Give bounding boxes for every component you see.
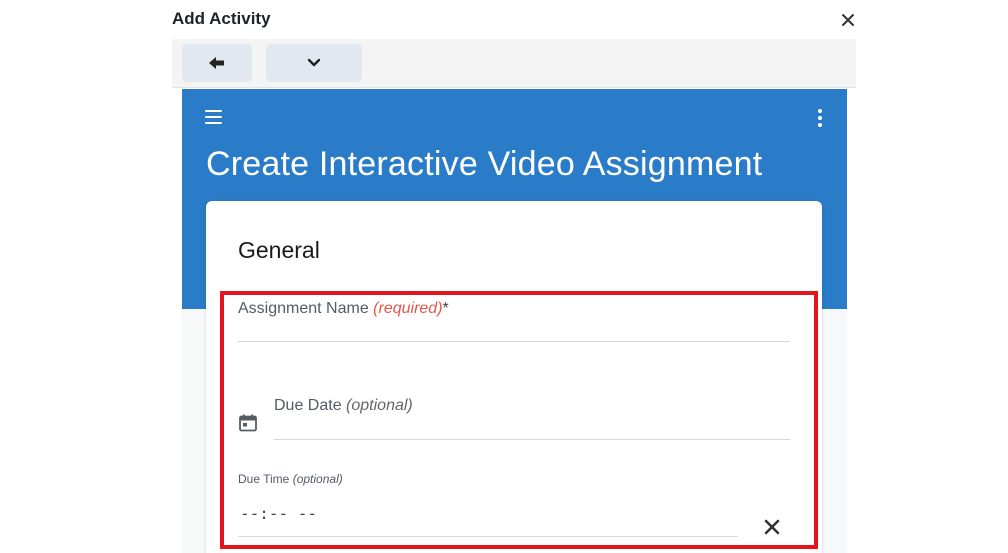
tool-frame: Create Interactive Video Assignment Gene… bbox=[182, 89, 847, 553]
general-card: General Assignment Name (required)* Due … bbox=[206, 201, 822, 553]
due-time-input[interactable]: --:-- -- bbox=[240, 504, 317, 523]
required-asterisk: * bbox=[442, 300, 449, 317]
dialog-title: Add Activity bbox=[172, 9, 271, 28]
chevron-down-icon bbox=[307, 58, 321, 67]
clear-time-button[interactable] bbox=[762, 517, 782, 537]
required-hint: (required) bbox=[373, 300, 443, 317]
assignment-name-input[interactable] bbox=[238, 319, 790, 341]
due-date-label-text: Due Date bbox=[274, 397, 342, 414]
assignment-name-label-text: Assignment Name bbox=[238, 300, 369, 317]
due-date-calendar-button[interactable] bbox=[238, 413, 258, 433]
dialog-toolbar bbox=[172, 39, 856, 88]
due-time-label-text: Due Time bbox=[238, 472, 290, 486]
clear-icon bbox=[764, 519, 780, 535]
due-date-underline bbox=[274, 439, 790, 440]
due-time-underline bbox=[238, 536, 738, 537]
section-title: General bbox=[238, 237, 320, 263]
assignment-name-label: Assignment Name (required)* bbox=[238, 300, 449, 318]
due-date-optional-hint: (optional) bbox=[346, 397, 413, 414]
menu-button[interactable] bbox=[204, 108, 224, 126]
close-button[interactable] bbox=[837, 9, 859, 31]
more-vertical-button[interactable] bbox=[812, 107, 828, 129]
due-date-input[interactable] bbox=[274, 417, 790, 439]
due-time-optional-hint: (optional) bbox=[292, 472, 343, 486]
due-time-label: Due Time (optional) bbox=[238, 472, 343, 486]
calendar-icon bbox=[239, 414, 257, 432]
back-button[interactable] bbox=[182, 44, 252, 82]
more-vertical-icon bbox=[818, 109, 822, 127]
due-date-label: Due Date (optional) bbox=[274, 397, 413, 415]
back-arrow-icon bbox=[209, 57, 224, 69]
assignment-name-underline bbox=[238, 341, 790, 342]
hamburger-menu-icon bbox=[205, 110, 222, 124]
close-icon bbox=[842, 14, 854, 26]
page-title: Create Interactive Video Assignment bbox=[206, 145, 763, 183]
more-options-button[interactable] bbox=[266, 44, 362, 82]
